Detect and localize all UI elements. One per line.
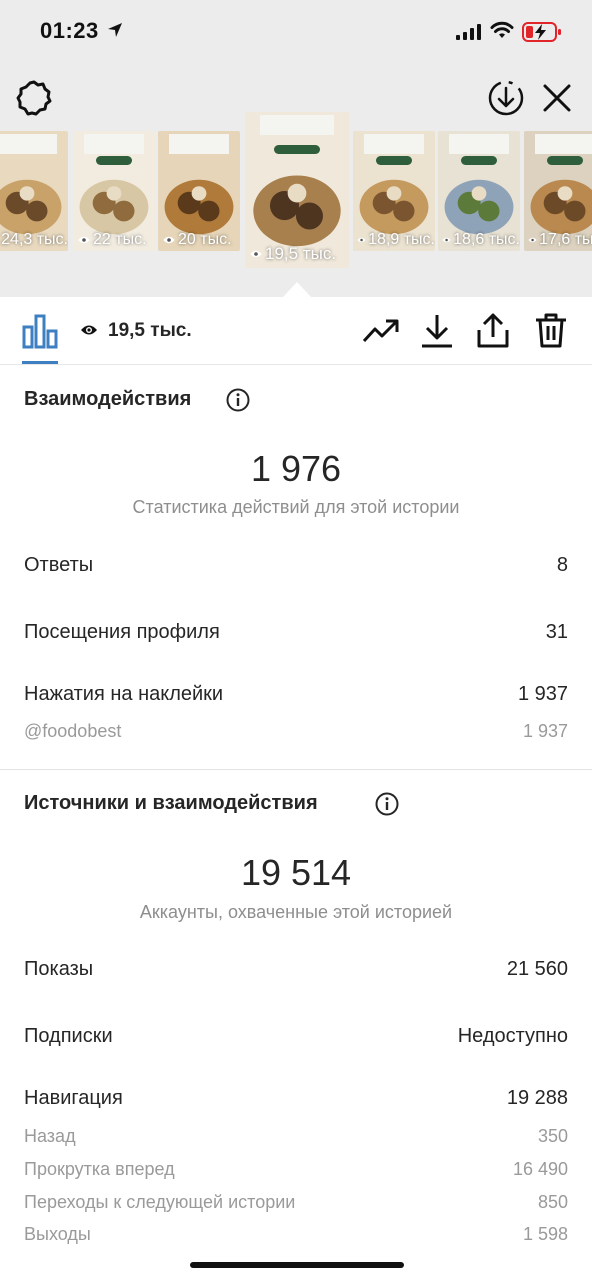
discovery-title: Источники и взаимодействия [24, 792, 318, 814]
story-handle-sticker [274, 144, 320, 154]
eye-icon [442, 237, 451, 243]
replies-label: Ответы [24, 554, 94, 576]
impressions-label: Показы [24, 958, 94, 980]
story-caption [535, 134, 592, 154]
next-story-label: Переходы к следующей истории [24, 1192, 296, 1212]
story-views: 22 тыс. [73, 231, 155, 249]
back-label: Назад [24, 1126, 76, 1146]
replies-value: 8 [556, 554, 568, 576]
story-thumbnail-selected[interactable]: 19,5 тыс. [245, 112, 349, 268]
eye-icon [81, 325, 97, 335]
trending-icon[interactable] [362, 313, 400, 349]
exits-label: Выходы [24, 1224, 91, 1244]
story-handle-sticker [546, 156, 584, 166]
story-views-count: 18,9 тыс. [368, 231, 435, 248]
story-thumbnail[interactable]: 22 тыс. [73, 131, 155, 251]
story-views: 18,6 тыс. [438, 231, 520, 249]
section-divider [0, 769, 592, 770]
bar-chart-icon[interactable] [22, 313, 58, 349]
exits-value: 1 598 [522, 1224, 568, 1244]
reach-total: 19 514 [240, 852, 352, 893]
status-bar: 01:23 [0, 0, 592, 64]
story-caption [84, 134, 144, 154]
eye-icon [528, 237, 537, 243]
wifi-icon [490, 21, 514, 38]
story-handle-sticker [375, 156, 413, 166]
story-views-count: 17,6 тыс. [539, 231, 592, 248]
sticker-taps-value: 1 937 [517, 683, 568, 705]
eye-icon [250, 250, 262, 258]
story-views-count: 24,3 тыс. [1, 231, 68, 248]
navigation-value: 19 288 [506, 1087, 568, 1109]
forward-value: 16 490 [512, 1159, 568, 1179]
story-views: 20 тыс. [158, 231, 240, 249]
next-story-value: 850 [537, 1192, 568, 1212]
status-time: 01:23 [40, 18, 99, 43]
follows-value: Недоступно [457, 1025, 568, 1047]
selected-story-pointer [283, 282, 311, 297]
profile-visits-label: Посещения профиля [24, 621, 220, 643]
insights-toolbar: 19,5 тыс. [0, 297, 592, 365]
close-icon[interactable] [541, 82, 573, 114]
interactions-total: 1 976 [250, 448, 342, 489]
back-value: 350 [537, 1126, 568, 1146]
forward-label: Прокрутка вперед [24, 1159, 175, 1179]
location-arrow-icon [108, 23, 122, 37]
navigation-label: Навигация [24, 1087, 123, 1109]
story-caption [259, 115, 335, 135]
story-views-count: 19,5 тыс. [265, 244, 337, 263]
story-views: 17,6 тыс. [524, 231, 592, 249]
story-caption [364, 134, 424, 154]
story-handle-sticker [460, 156, 498, 166]
info-icon[interactable] [375, 792, 399, 816]
story-caption [169, 134, 229, 154]
story-views: 18,9 тыс. [353, 231, 435, 249]
story-thumbnail-strip: 24,3 тыс. 22 тыс. 20 тыс. 19,5 тыс. 18,9 тыс… [0, 112, 592, 302]
story-thumbnail[interactable]: 18,6 тыс. [438, 131, 520, 251]
eye-icon [163, 236, 175, 244]
trash-icon[interactable] [534, 313, 568, 349]
interactions-caption: Статистика действий для этой истории [132, 497, 460, 517]
active-tab-indicator [22, 361, 58, 364]
profile-visits-value: 31 [545, 621, 568, 643]
interactions-title: Взаимодействия [24, 388, 192, 410]
story-handle-sticker [95, 156, 133, 166]
story-caption [0, 134, 57, 154]
story-views-count: 18,6 тыс. [453, 231, 520, 248]
follows-label: Подписки [24, 1025, 113, 1047]
eye-icon [78, 236, 90, 244]
share-icon[interactable] [476, 313, 510, 349]
story-caption [449, 134, 509, 154]
sticker-taps-label: Нажатия на наклейки [24, 683, 224, 705]
story-header: 01:23 24,3 тыс. 22 тыс. 20 тыс. 19,5 тыс. 18… [0, 0, 592, 297]
sticker-handle-value: 1 937 [522, 721, 568, 741]
story-thumbnail[interactable]: 20 тыс. [158, 131, 240, 251]
story-thumbnail[interactable]: 24,3 тыс. [0, 131, 68, 251]
impressions-value: 21 560 [506, 958, 568, 980]
story-views-count: 22 тыс. [93, 231, 147, 248]
view-count: 19,5 тыс. [108, 320, 192, 341]
battery-charging-icon [522, 22, 561, 42]
download-icon[interactable] [420, 313, 454, 349]
story-thumbnail[interactable]: 18,9 тыс. [353, 131, 435, 251]
signal-icon [456, 24, 481, 40]
story-thumbnail[interactable]: 17,6 тыс. [524, 131, 592, 251]
eye-icon [357, 237, 366, 243]
sticker-handle-label: @foodobest [24, 721, 122, 741]
reach-caption: Аккаунты, охваченные этой историей [139, 902, 453, 922]
story-views: 24,3 тыс. [0, 231, 68, 249]
home-indicator [190, 1262, 404, 1268]
story-views-count: 20 тыс. [178, 231, 232, 248]
info-icon[interactable] [226, 388, 250, 412]
story-views: 19,5 тыс. [245, 244, 349, 264]
